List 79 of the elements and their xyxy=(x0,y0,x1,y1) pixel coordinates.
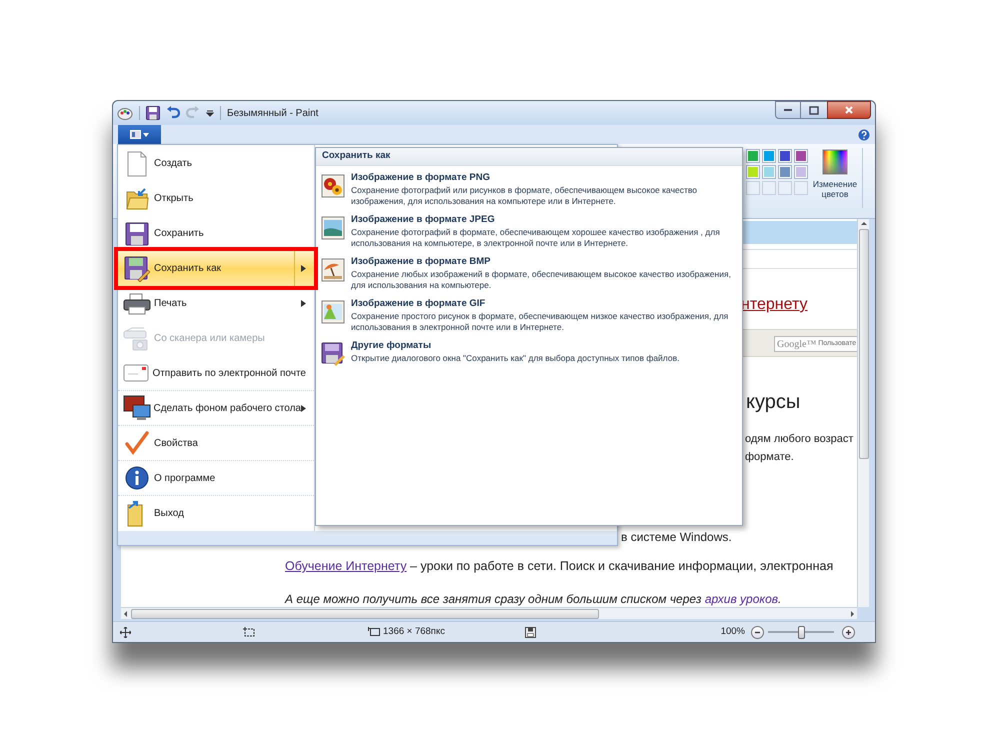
horizontal-scrollbar[interactable] xyxy=(121,607,857,619)
checkmark-icon xyxy=(125,431,149,455)
paragraph-line: в системе Windows. xyxy=(621,529,732,546)
close-button[interactable] xyxy=(827,101,871,119)
color-swatch[interactable] xyxy=(780,167,790,177)
move-cursor-icon xyxy=(120,626,131,638)
color-swatch[interactable] xyxy=(748,167,758,177)
file-menu-item[interactable]: Создать xyxy=(118,146,314,181)
file-menu-button[interactable] xyxy=(118,125,161,144)
zoom-slider-thumb[interactable] xyxy=(798,626,805,638)
save-format-option[interactable]: Изображение в формате GIF Сохранение простого рисунок в формате, обеспечивающем низкое качество изображения, для использования в электронной почте или в Интернете. xyxy=(316,296,742,338)
color-swatch[interactable] xyxy=(748,151,758,161)
caret-icon xyxy=(143,132,149,136)
envelope-icon xyxy=(123,364,150,382)
undo-icon[interactable] xyxy=(166,106,180,120)
paragraph-line: одям любого возраст xyxy=(745,432,854,447)
folder-icon xyxy=(125,186,149,210)
tree-picture-icon xyxy=(321,300,345,324)
flower-picture-icon xyxy=(321,174,345,198)
paragraph-line: формате. xyxy=(745,450,794,465)
maximize-icon xyxy=(809,106,819,114)
color-swatch[interactable] xyxy=(764,167,774,177)
link-text[interactable]: нтернету xyxy=(741,293,808,317)
file-menu-item[interactable]: Сохранить как xyxy=(118,251,314,286)
minimize-button[interactable] xyxy=(775,101,801,119)
window-title: Безымянный - Paint xyxy=(227,106,318,120)
page-heading: курсы xyxy=(746,390,800,415)
zoom-percent: 100% xyxy=(720,624,745,639)
file-menu-item[interactable]: Выход xyxy=(118,496,314,531)
lesson-link[interactable]: Обучение Интернету xyxy=(285,559,407,573)
submenu-arrow-icon xyxy=(301,404,306,412)
submenu-arrow-icon xyxy=(301,300,306,307)
empty-color-slot[interactable] xyxy=(746,181,760,195)
floppy-disk-pencil-icon xyxy=(321,342,345,366)
floppy-disk-pencil-icon xyxy=(124,256,150,282)
image-size-icon xyxy=(368,626,380,638)
file-menu-item[interactable]: Печать xyxy=(118,286,314,321)
color-spectrum-icon xyxy=(821,148,849,176)
file-menu-item[interactable]: Отправить по электронной почте xyxy=(118,356,314,391)
save-format-option[interactable]: Изображение в формате PNG Сохранение фотографий или рисунков в формате, обеспечивающем высокое качество изображения, для использования на компьютере или в Интернете. xyxy=(316,170,742,212)
empty-color-slot[interactable] xyxy=(794,181,808,195)
selection-size-icon xyxy=(243,626,255,638)
save-format-option[interactable]: Изображение в формате JPEG Сохранение фотографий в формате, обеспечивающем хорошее качество изображения , для использования на компьютере, в электронной почте или в Интернете. xyxy=(316,212,742,254)
image-dimensions: 1366 × 768пкс xyxy=(383,624,445,639)
vertical-scrollbar[interactable] xyxy=(857,219,869,607)
empty-color-slot[interactable] xyxy=(762,181,776,195)
customize-dropdown-icon[interactable] xyxy=(206,109,214,117)
edit-colors-button[interactable]: Изменение цветов xyxy=(809,148,861,199)
monitor-icon xyxy=(122,395,151,421)
file-menu-item[interactable]: Свойства xyxy=(118,426,314,461)
submenu-title: Сохранить как xyxy=(316,148,742,166)
file-menu-item[interactable]: О программе xyxy=(118,461,314,496)
minimize-icon xyxy=(783,108,793,112)
submenu-arrow-icon xyxy=(301,265,306,272)
file-menu-item[interactable]: Открыть xyxy=(118,181,314,216)
empty-color-slot[interactable] xyxy=(778,181,792,195)
save-format-option[interactable]: Изображение в формате BMP Сохранение любых изображений в формате, обеспечивающем высокое качество изображения, для использования на компьютере. xyxy=(316,254,742,296)
close-icon xyxy=(844,105,854,115)
file-menu-item[interactable]: Сделать фоном рабочего стола xyxy=(118,391,314,426)
save-format-option[interactable]: Другие форматы Открытие диалогового окна "Сохранить как" для выбора доступных типов файлов. xyxy=(316,338,742,380)
color-swatch[interactable] xyxy=(780,151,790,161)
blank-page-icon xyxy=(126,150,148,176)
printer-icon xyxy=(123,292,151,314)
plus-icon xyxy=(845,628,852,636)
color-swatch[interactable] xyxy=(764,151,774,161)
color-swatch[interactable] xyxy=(796,151,806,161)
window-icon xyxy=(130,130,141,139)
zoom-in-button[interactable] xyxy=(842,626,855,638)
lesson-paragraph: Обучение Интернету – уроки по работе в сети. Поиск и скачивание информации, электронная xyxy=(285,558,834,575)
zoom-out-button[interactable] xyxy=(751,626,764,638)
maximize-button[interactable] xyxy=(801,101,827,119)
archive-link[interactable]: архив уроков xyxy=(704,592,778,606)
landscape-picture-icon xyxy=(321,216,345,240)
archive-note: А еще можно получить все занятия сразу одним большим списком через архив уроков. xyxy=(285,591,782,607)
help-icon[interactable] xyxy=(858,128,870,140)
info-icon xyxy=(125,466,149,490)
color-swatch[interactable] xyxy=(796,167,806,177)
umbrella-picture-icon xyxy=(321,258,345,282)
paint-palette-icon[interactable] xyxy=(117,105,133,121)
